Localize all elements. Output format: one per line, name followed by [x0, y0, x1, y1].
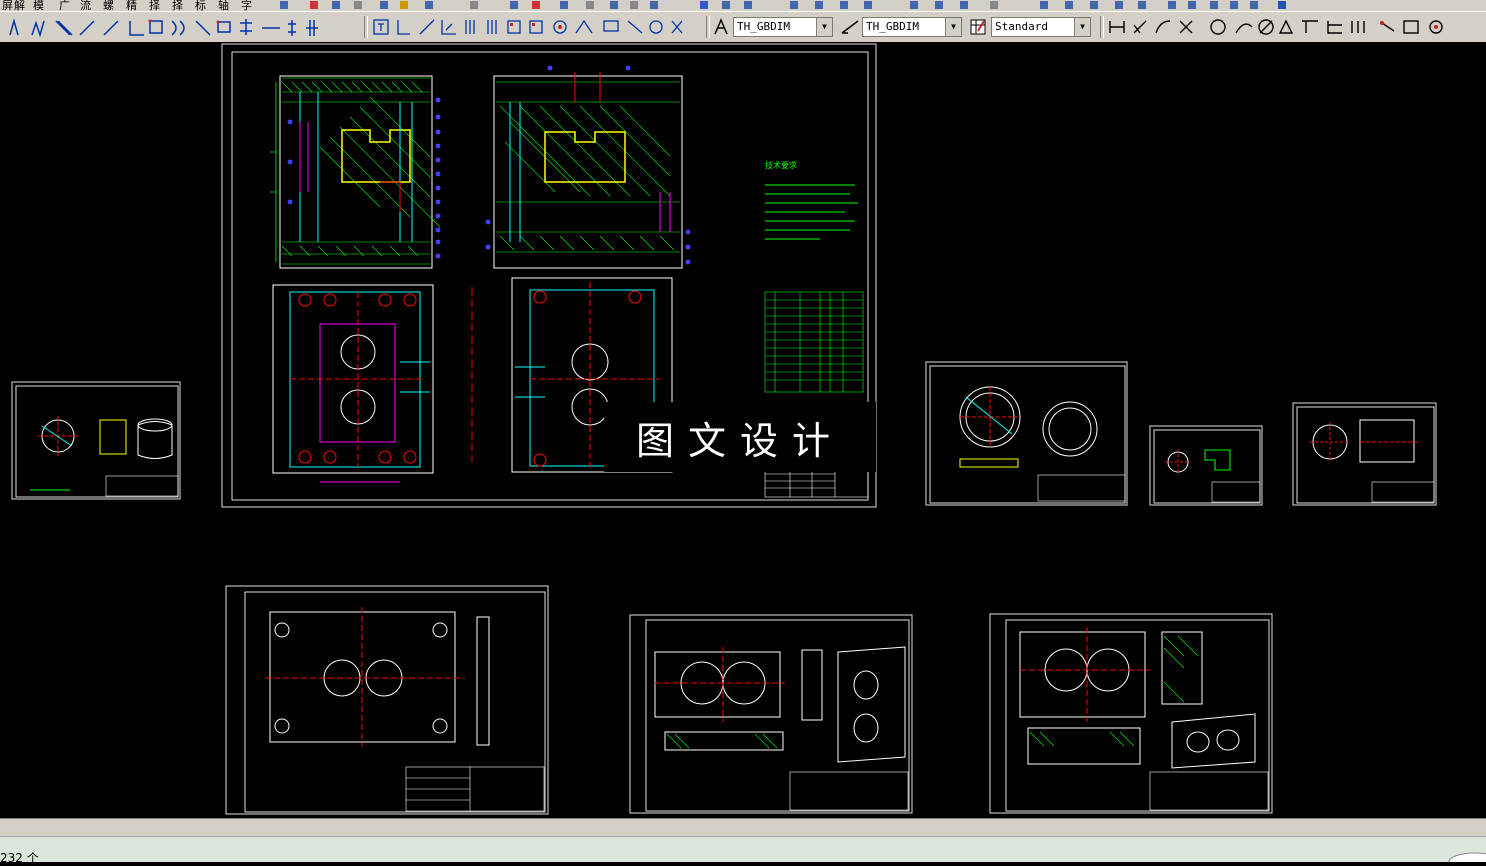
- menu-glyph-3[interactable]: 模: [33, 0, 44, 11]
- menu-glyph-4[interactable]: 广: [59, 0, 70, 11]
- dim-style-value: TH_GBDIM: [866, 20, 919, 33]
- watermark-text: 图文设计: [604, 402, 876, 472]
- menu-glyph-1[interactable]: 屏: [2, 0, 13, 11]
- draw-toolbar: TH_GBDIM ▼ TH_GBDIM ▼ Standard ▼: [0, 11, 1486, 43]
- horizontal-scrollbar[interactable]: [0, 818, 1486, 836]
- table-style-combo[interactable]: Standard ▼: [991, 17, 1091, 37]
- menu-glyph-11[interactable]: 轴: [218, 0, 229, 11]
- menu-glyph-7[interactable]: 精: [126, 0, 137, 11]
- part-sheet-right: [1292, 402, 1437, 506]
- draw-tools-icons[interactable]: [0, 15, 360, 39]
- toolbar-separator: [364, 16, 368, 38]
- table-style-icon[interactable]: [968, 17, 988, 37]
- part-sheet-small: [1149, 425, 1263, 506]
- menu-glyph-8[interactable]: 择: [149, 0, 160, 11]
- resize-grip-icon[interactable]: [1445, 849, 1486, 862]
- part-sheet-ring: [925, 361, 1128, 506]
- annotation-tools-icons[interactable]: [370, 15, 705, 39]
- text-style-combo[interactable]: TH_GBDIM ▼: [733, 17, 833, 37]
- table-style-value: Standard: [995, 20, 1048, 33]
- top-toolbar-icons[interactable]: [270, 0, 1486, 11]
- dim-style-combo[interactable]: TH_GBDIM ▼: [862, 17, 962, 37]
- plate-sheet-3: [989, 613, 1273, 814]
- menu-glyph-9[interactable]: 择: [172, 0, 183, 11]
- plate-sheet-1: [225, 585, 549, 815]
- text-style-icon[interactable]: [712, 17, 732, 37]
- tech-requirements-title: 技术要求: [765, 161, 797, 170]
- text-style-value: TH_GBDIM: [737, 20, 790, 33]
- drawing-canvas[interactable]: 技术要求 图文设计: [0, 42, 1486, 818]
- menu-glyph-2[interactable]: 解: [14, 0, 25, 11]
- dimension-tools-icons[interactable]: [1106, 15, 1486, 39]
- menu-glyph-10[interactable]: 标: [195, 0, 206, 11]
- part-sheet-left: [11, 381, 181, 500]
- plate-sheet-2: [629, 614, 913, 814]
- status-bar: 232 个: [0, 836, 1486, 865]
- chevron-down-icon[interactable]: ▼: [816, 18, 832, 36]
- chevron-down-icon[interactable]: ▼: [945, 18, 961, 36]
- toolbar-separator: [1100, 16, 1104, 38]
- menu-glyph-5[interactable]: 流: [80, 0, 91, 11]
- toolbar-separator: [706, 16, 710, 38]
- chevron-down-icon[interactable]: ▼: [1074, 18, 1090, 36]
- menu-glyph-12[interactable]: 字: [241, 0, 252, 11]
- menu-glyph-6[interactable]: 螺: [103, 0, 114, 11]
- status-text: 232 个: [0, 851, 39, 865]
- dim-style-icon[interactable]: [840, 17, 860, 37]
